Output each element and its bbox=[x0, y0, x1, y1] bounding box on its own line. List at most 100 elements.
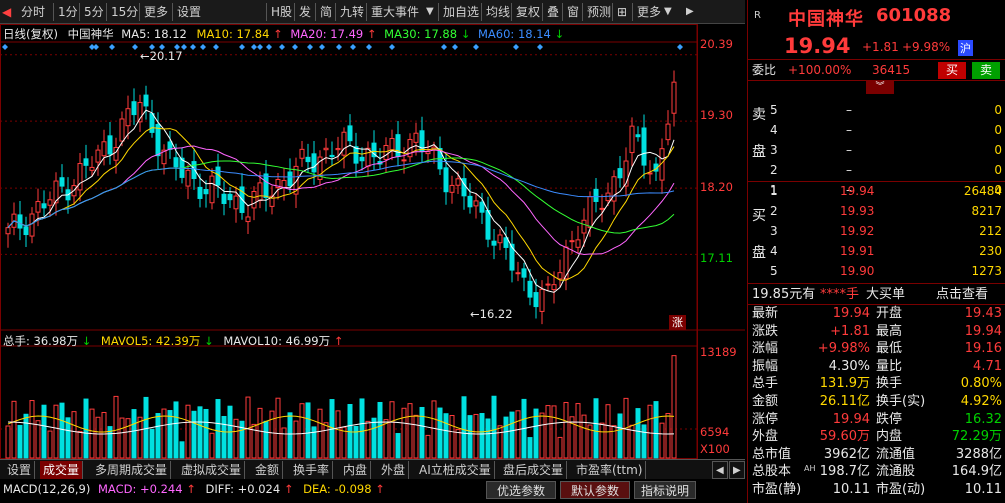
stat-row: 涨幅 +9.98% 最低 19.16 bbox=[748, 340, 1005, 357]
buy-button[interactable]: 买 bbox=[938, 62, 966, 79]
volume-bar bbox=[575, 403, 581, 459]
more-button[interactable]: 更多 bbox=[632, 3, 661, 21]
volume-bar bbox=[401, 407, 407, 459]
volume-bar bbox=[215, 399, 221, 459]
forecast-button[interactable]: 预测 bbox=[582, 3, 611, 21]
candle-body bbox=[335, 148, 341, 151]
tab-15min[interactable]: 15分 bbox=[106, 3, 138, 21]
candle-body bbox=[323, 147, 329, 151]
collapse-chevron-icon[interactable]: ︾ bbox=[866, 81, 894, 94]
stat-value: 19.16 bbox=[964, 341, 1002, 357]
tab-ai-volume[interactable]: AI立桩成交量 bbox=[416, 461, 495, 479]
volume-bar bbox=[473, 413, 479, 459]
hk-share-button[interactable]: H股 bbox=[266, 3, 292, 21]
event-marker-icon bbox=[132, 44, 138, 50]
tab-outer[interactable]: 外盘 bbox=[378, 461, 410, 479]
candle-body bbox=[245, 216, 251, 223]
candle-body bbox=[59, 177, 65, 187]
adjust-button[interactable]: 复权 bbox=[511, 3, 540, 21]
volume-bar bbox=[203, 408, 209, 459]
event-marker-icon bbox=[239, 44, 245, 50]
candle-body bbox=[29, 213, 35, 237]
diff-value: DIFF: +0.024 bbox=[205, 482, 281, 496]
ah-tag: AH bbox=[804, 464, 816, 473]
volume-bar bbox=[389, 401, 395, 459]
stat-value: 19.94 bbox=[832, 411, 870, 427]
tab-amount[interactable]: 金额 bbox=[252, 461, 284, 479]
sell-button[interactable]: 卖 bbox=[972, 62, 1000, 79]
tab-pe-ttm[interactable]: 市盈率(ttm) bbox=[573, 461, 647, 479]
last-price: 19.94 bbox=[784, 34, 851, 58]
more-dropdown-icon[interactable]: ▼ bbox=[664, 3, 672, 21]
candle-body bbox=[341, 131, 347, 156]
candlestick-chart[interactable] bbox=[0, 24, 745, 459]
stat-label: 总股本 bbox=[752, 464, 792, 480]
volume-legend: 总手: 36.98万 ↓ MAVOL5: 42.39万 ↓ MAVOL10: 4… bbox=[3, 334, 344, 348]
tab-multi-period-volume[interactable]: 多周期成交量 bbox=[92, 461, 172, 479]
tab-inner[interactable]: 内盘 bbox=[340, 461, 372, 479]
candle-body bbox=[203, 189, 209, 195]
weibi-value: +100.00% bbox=[788, 63, 852, 77]
tab-virtual-volume[interactable]: 虚拟成交量 bbox=[178, 461, 246, 479]
indicator-help-button[interactable]: 指标说明 bbox=[634, 481, 696, 499]
stat-label: 涨停 bbox=[752, 411, 779, 427]
ask-level: 3 bbox=[770, 143, 778, 157]
window-button[interactable]: 窗 bbox=[562, 3, 579, 21]
candle-body bbox=[197, 186, 203, 199]
bigorder-type[interactable]: 大买单 bbox=[866, 285, 905, 304]
candle-body bbox=[251, 190, 257, 209]
tab-1min[interactable]: 1分 bbox=[53, 3, 78, 21]
ma-button[interactable]: 均线 bbox=[481, 3, 510, 21]
optimal-params-button[interactable]: 优选参数 bbox=[486, 481, 556, 499]
bid-volume: 212 bbox=[979, 224, 1002, 238]
candle-body bbox=[641, 127, 647, 166]
volume-bar bbox=[35, 420, 41, 459]
settings-button[interactable]: 设置 bbox=[172, 3, 201, 21]
event-marker-icon bbox=[279, 44, 285, 50]
tab-5min[interactable]: 5分 bbox=[79, 3, 104, 21]
volume-bar bbox=[479, 413, 485, 459]
event-marker-icon bbox=[109, 44, 115, 50]
candle-body bbox=[359, 156, 365, 162]
tab-more[interactable]: 更多 bbox=[139, 3, 168, 21]
candle-body bbox=[365, 147, 371, 167]
stat-row: 总市值 3962亿 流通值 3288亿 bbox=[748, 446, 1005, 463]
add-watchlist-button[interactable]: 加自选 bbox=[438, 3, 479, 21]
candle-body bbox=[95, 149, 101, 163]
overlay-button[interactable]: 叠 bbox=[542, 3, 559, 21]
tab-timeshare[interactable]: 分时 bbox=[21, 3, 45, 21]
jian-button[interactable]: 简 bbox=[315, 3, 332, 21]
volume-bar bbox=[371, 417, 377, 459]
candle-body bbox=[671, 81, 677, 114]
tab-volume[interactable]: 成交量 bbox=[40, 461, 84, 479]
bid-price: 19.90 bbox=[840, 264, 875, 278]
back-icon[interactable]: ◀ bbox=[2, 3, 11, 21]
event-marker-icon bbox=[336, 44, 342, 50]
grid-icon[interactable]: ⊞ bbox=[612, 3, 627, 21]
volume-bar bbox=[221, 415, 227, 459]
tab-settings[interactable]: 设置 bbox=[4, 461, 36, 479]
default-params-button[interactable]: 默认参数 bbox=[560, 481, 630, 499]
stat-label: 量比 bbox=[876, 358, 903, 374]
volume-bar bbox=[41, 404, 47, 459]
dropdown-icon[interactable]: ▼ bbox=[426, 3, 434, 21]
candle-body bbox=[83, 158, 89, 166]
fa-button[interactable]: 发 bbox=[294, 3, 311, 21]
major-events-button[interactable]: 重大事件 bbox=[366, 3, 419, 21]
tab-turnover[interactable]: 换手率 bbox=[290, 461, 334, 479]
jiuzhuan-button[interactable]: 九转 bbox=[335, 3, 364, 21]
bigorder-view-link[interactable]: 点击查看 bbox=[936, 285, 988, 304]
volume-bar bbox=[419, 406, 425, 459]
volume-bar bbox=[671, 355, 677, 459]
stat-value: 26.11亿 bbox=[819, 394, 870, 409]
event-marker-icon bbox=[366, 44, 372, 50]
volume-tick: 6594 bbox=[700, 425, 730, 439]
tab-after-hours-volume[interactable]: 盘后成交量 bbox=[500, 461, 568, 479]
legend-ma60: MA60: 18.14 bbox=[478, 27, 551, 41]
bid-level: 1 bbox=[770, 184, 778, 198]
tabs-scroll-right-icon[interactable]: ▶ bbox=[729, 461, 745, 479]
candle-body bbox=[593, 188, 599, 202]
scroll-right-icon[interactable]: ▶ bbox=[686, 3, 694, 21]
tabs-scroll-left-icon[interactable]: ◀ bbox=[712, 461, 728, 479]
stat-value: +1.81 bbox=[830, 323, 870, 339]
